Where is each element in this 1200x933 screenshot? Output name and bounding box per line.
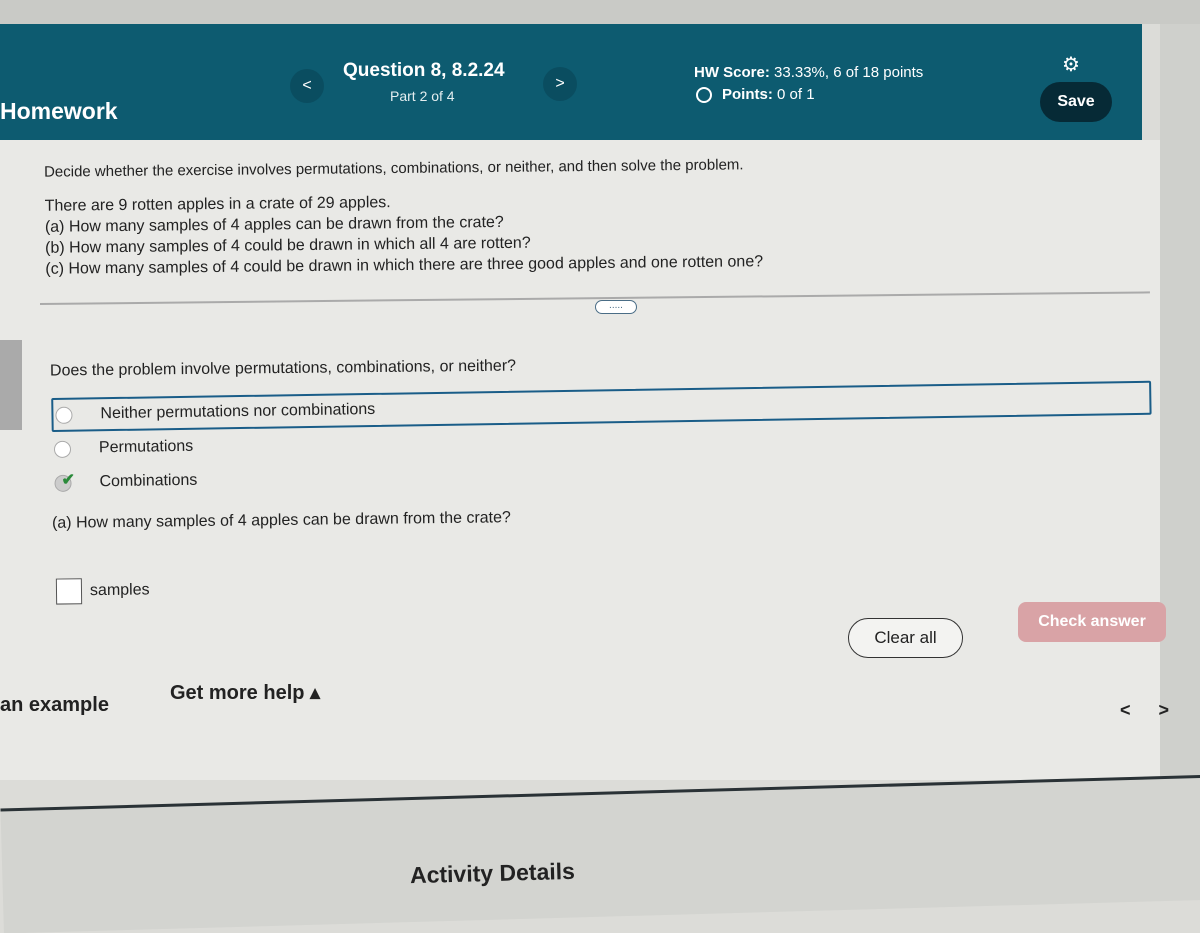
next-question-button[interactable]: > <box>543 67 577 101</box>
radio-button-selected[interactable]: ✔ <box>54 471 75 492</box>
option-label: Combinations <box>99 471 198 491</box>
check-icon: ✔ <box>61 471 76 489</box>
view-example-button[interactable]: an example <box>0 694 109 717</box>
browser-strip <box>0 0 1200 24</box>
radio-button[interactable] <box>53 440 72 458</box>
hw-score-label: HW Score: <box>694 64 770 81</box>
check-answer-button[interactable]: Check answer <box>1018 602 1166 642</box>
expand-more-button[interactable]: ..... <box>595 300 637 314</box>
chevron-left-icon: < <box>302 77 312 94</box>
answer-row: samples <box>55 577 150 605</box>
option-label: Neither permutations nor combinations <box>100 400 376 423</box>
points-value: 0 of 1 <box>777 86 815 103</box>
get-more-help-button[interactable]: Get more help ▴ <box>170 680 320 705</box>
question-part: Part 2 of 4 <box>390 88 455 104</box>
points-status-icon <box>696 86 712 103</box>
points-label: Points: <box>722 86 773 103</box>
right-scroll-area <box>1160 24 1200 784</box>
clear-all-button[interactable]: Clear all <box>848 618 963 658</box>
save-button[interactable]: Save <box>1040 82 1112 122</box>
bottom-panel <box>0 775 1200 933</box>
homework-title: Homework <box>0 98 118 124</box>
answer-unit: samples <box>89 581 150 600</box>
chevron-right-icon[interactable]: > <box>1159 700 1170 721</box>
gear-icon[interactable]: ⚙ <box>1062 52 1080 77</box>
answer-options: Neither permutations nor combinations Pe… <box>51 380 1152 500</box>
radio-button[interactable] <box>55 406 73 424</box>
prev-question-button[interactable]: < <box>290 69 324 103</box>
header-bar: Homework < Question 8, 8.2.24 Part 2 of … <box>0 24 1142 140</box>
problem-statement: There are 9 rotten apples in a crate of … <box>45 188 764 280</box>
chevron-left-icon[interactable]: < <box>1120 700 1131 721</box>
hw-score: HW Score: 33.33%, 6 of 18 points <box>694 64 923 81</box>
answer-input[interactable] <box>55 578 83 605</box>
left-scrollbar[interactable] <box>0 340 22 430</box>
hw-score-value: 33.33%, 6 of 18 points <box>774 64 924 81</box>
chevron-right-icon: > <box>555 75 565 92</box>
option-label: Permutations <box>98 437 194 457</box>
pager: < > <box>1120 700 1169 721</box>
activity-details[interactable]: Activity Details <box>410 858 576 889</box>
question-title: Question 8, 8.2.24 <box>343 60 505 81</box>
points: Points: 0 of 1 <box>696 86 815 103</box>
